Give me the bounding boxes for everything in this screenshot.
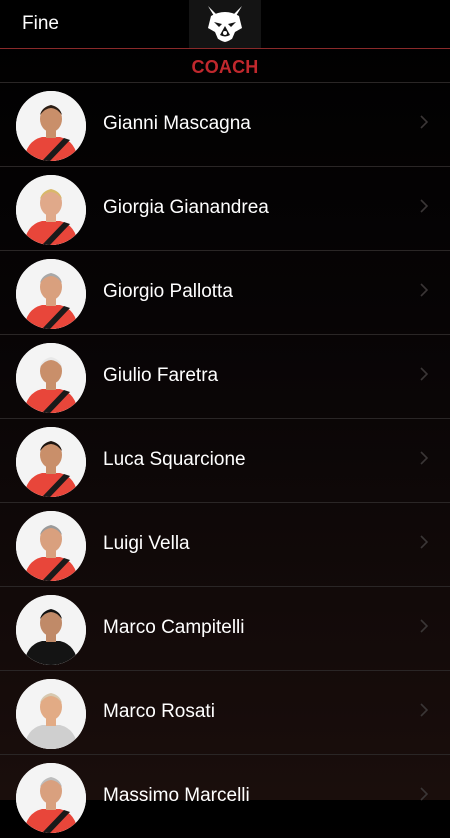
logo: [189, 0, 261, 48]
coach-name: Giorgia Gianandrea: [103, 197, 269, 218]
chevron-right-icon: [420, 787, 429, 806]
coach-avatar: [16, 595, 86, 665]
section-title: COACH: [191, 57, 259, 77]
coach-list-item[interactable]: Giorgio Pallotta: [0, 250, 450, 334]
chevron-right-icon: [420, 451, 429, 470]
coach-name: Luigi Vella: [103, 533, 190, 554]
coach-avatar: [16, 427, 86, 497]
coach-list-item[interactable]: Marco Campitelli: [0, 586, 450, 670]
coach-name: Marco Campitelli: [103, 617, 245, 638]
chevron-right-icon: [420, 199, 429, 218]
coach-name: Gianni Mascagna: [103, 113, 251, 134]
coach-avatar: [16, 511, 86, 581]
coach-list-item[interactable]: Gianni Mascagna: [0, 82, 450, 166]
coach-avatar: [16, 679, 86, 749]
coach-name: Marco Rosati: [103, 701, 215, 722]
coach-name: Giorgio Pallotta: [103, 281, 233, 302]
coach-list-item[interactable]: Giulio Faretra: [0, 334, 450, 418]
coach-name: Giulio Faretra: [103, 365, 219, 386]
coach-name: Massimo Marcelli: [103, 785, 250, 806]
coach-avatar: [16, 763, 86, 833]
chevron-right-icon: [420, 367, 429, 386]
chevron-right-icon: [420, 283, 429, 302]
coach-avatar: [16, 175, 86, 245]
chevron-right-icon: [420, 703, 429, 722]
chevron-right-icon: [420, 115, 429, 134]
coach-avatar: [16, 259, 86, 329]
coach-avatar: [16, 343, 86, 413]
chevron-right-icon: [420, 535, 429, 554]
coach-list-item[interactable]: Giorgia Gianandrea: [0, 166, 450, 250]
coach-list-item[interactable]: Luigi Vella: [0, 502, 450, 586]
done-button[interactable]: Fine: [22, 13, 59, 35]
coach-list-item[interactable]: Massimo Marcelli: [0, 754, 450, 838]
navigation-bar: Fine: [0, 0, 450, 49]
chevron-right-icon: [420, 619, 429, 638]
coach-list-item[interactable]: Marco Rosati: [0, 670, 450, 754]
husky-wolf-logo-icon: [208, 6, 242, 42]
coach-avatar: [16, 91, 86, 161]
coach-list: Gianni Mascagna Giorgia Gianandrea Giorgio…: [0, 82, 450, 838]
coach-name: Luca Squarcione: [103, 449, 246, 470]
coach-list-item[interactable]: Luca Squarcione: [0, 418, 450, 502]
